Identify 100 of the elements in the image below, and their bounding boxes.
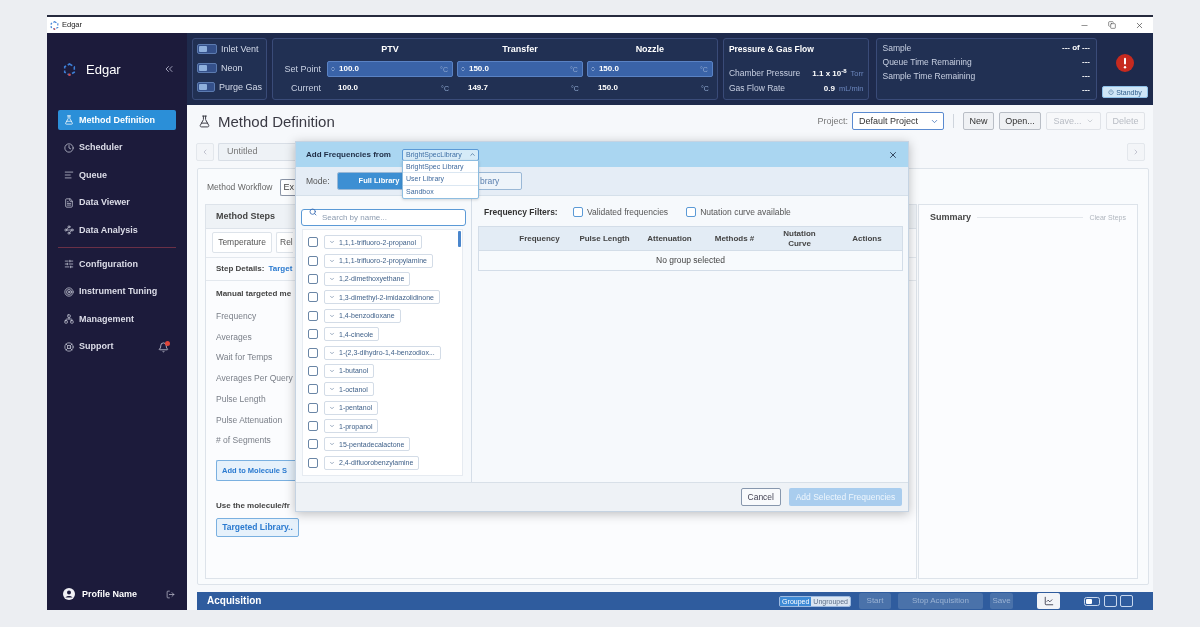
sliders-icon	[64, 259, 74, 269]
toggle-label: Inlet Vent	[221, 44, 259, 54]
checkbox[interactable]	[308, 421, 318, 432]
clock-icon	[64, 142, 74, 153]
sidebar-item[interactable]: Management	[58, 309, 176, 329]
checkbox[interactable]	[308, 384, 318, 395]
restore-icon[interactable]	[1108, 21, 1116, 29]
sidebar-item[interactable]: Data Viewer	[58, 192, 176, 213]
alert-icon[interactable]	[1116, 54, 1134, 72]
chart-button[interactable]	[1037, 593, 1060, 609]
chevron-down-icon	[329, 331, 335, 338]
column-heading: Nozzle	[635, 44, 665, 54]
field-label: Frequency	[216, 312, 257, 321]
toggle-switch[interactable]	[197, 63, 217, 73]
reading-value: 1.1 x 10$^{-8}$	[812, 69, 847, 78]
row-label: Current	[291, 83, 322, 93]
progress-value: ---	[1082, 58, 1090, 66]
sidebar-item[interactable]: Configuration	[58, 254, 176, 274]
progress-value: --- of ---	[1062, 44, 1090, 52]
chevron-down-icon	[329, 239, 335, 246]
panel-icon[interactable]	[1104, 595, 1117, 607]
checkbox[interactable]	[686, 207, 697, 217]
current-value: 150.0	[597, 84, 618, 92]
checkbox[interactable]	[308, 365, 318, 376]
hierarchy-icon	[64, 314, 74, 324]
reading-label: Gas Flow Rate	[728, 84, 786, 93]
sidebar-item[interactable]: Queue	[58, 165, 176, 185]
workflow-label: Method Workflow	[207, 183, 273, 192]
chevron-down-icon	[329, 459, 335, 466]
panel-icon[interactable]	[1120, 595, 1133, 607]
mode-label: Mode:	[306, 176, 331, 186]
logout-icon[interactable]	[166, 589, 175, 599]
sidebar-item[interactable]: Data Analysis	[58, 220, 176, 240]
chevron-right-icon	[1132, 147, 1140, 156]
targeted-library-button[interactable]: Targeted Library..	[216, 517, 299, 537]
toggle-switch[interactable]	[197, 44, 217, 54]
collapse-icon[interactable]	[163, 63, 175, 75]
stepper-icon[interactable]	[459, 65, 466, 73]
chevron-left-icon	[201, 147, 209, 156]
step-tab[interactable]: Rel	[276, 232, 293, 253]
checkbox[interactable]	[308, 273, 318, 284]
search-field[interactable]: Search by name...	[301, 209, 466, 226]
column-header: Nutation Curve	[782, 228, 817, 249]
filters-label: Frequency Filters:	[483, 207, 559, 217]
checkbox[interactable]	[308, 329, 318, 340]
mode-segment[interactable]: brary	[479, 173, 521, 189]
sidebar-item[interactable]: Support	[58, 336, 176, 357]
sidebar-item[interactable]: Instrument Tuning	[58, 281, 176, 302]
column-header: Frequency	[519, 233, 560, 244]
lifebuoy-icon	[64, 341, 74, 352]
filter-label: Validated frequencies	[587, 207, 669, 217]
brand-name: Edgar	[86, 62, 121, 76]
toggle-switch[interactable]	[197, 82, 215, 92]
checkbox[interactable]	[308, 255, 318, 266]
checkbox[interactable]	[308, 439, 318, 450]
stepper-icon[interactable]	[330, 65, 336, 73]
checkbox[interactable]	[308, 310, 318, 321]
chevron-up-icon	[469, 151, 476, 158]
step-details-label: Step Details:	[216, 265, 265, 273]
field-label: Averages Per Query	[216, 374, 293, 383]
progress-label: Sample	[882, 43, 912, 53]
workflow-select[interactable]: Ex	[279, 179, 296, 196]
chevron-down-icon	[329, 275, 335, 282]
field-label: Pulse Length	[216, 394, 266, 404]
close-icon[interactable]	[888, 149, 898, 160]
toolbar-button[interactable]: New	[963, 112, 994, 130]
checkbox[interactable]	[308, 292, 318, 303]
panel-title: Pressure & Gas Flow	[728, 44, 814, 54]
step-type-link[interactable]: Target	[268, 265, 293, 273]
field-label: Wait for Temps	[216, 353, 273, 362]
filter-label: Nutation curve available	[700, 207, 791, 217]
current-value: 100.0	[338, 84, 359, 92]
flask-icon	[64, 115, 74, 125]
section-title: Manual targeted me	[216, 290, 292, 298]
line-chart-icon	[1043, 596, 1054, 606]
acquisition-title: Acquisition	[207, 596, 262, 606]
dialog-button[interactable]: Cancel	[740, 488, 781, 506]
stepper-icon[interactable]	[589, 65, 596, 73]
checkbox[interactable]	[308, 402, 318, 413]
checkbox[interactable]	[308, 457, 318, 468]
sidebar-item[interactable]: Scheduler	[58, 137, 176, 158]
checkbox[interactable]	[308, 347, 318, 358]
toggle-label: Purge Gas	[218, 82, 262, 92]
method-name-field[interactable]: Untitled	[218, 142, 295, 161]
target-icon	[64, 286, 74, 297]
checkbox[interactable]	[308, 237, 318, 248]
scrollbar-thumb[interactable]	[458, 231, 461, 247]
progress-value: ---	[1082, 86, 1090, 94]
toggle-icon[interactable]	[1084, 596, 1100, 606]
checkbox[interactable]	[573, 207, 583, 217]
project-dropdown[interactable]: Default Project	[852, 112, 944, 130]
step-tab[interactable]: Temperature	[212, 232, 272, 253]
close-icon[interactable]	[1135, 20, 1144, 30]
column-heading: PTV	[381, 44, 399, 54]
empty-message: No group selected	[656, 256, 725, 265]
toolbar-button[interactable]: Open...	[999, 112, 1041, 130]
dialog-title: Add Frequencies from	[306, 150, 392, 159]
current-value: 149.7	[467, 84, 488, 92]
column-header: Pulse Length	[579, 233, 630, 244]
chevron-down-icon	[329, 423, 335, 430]
